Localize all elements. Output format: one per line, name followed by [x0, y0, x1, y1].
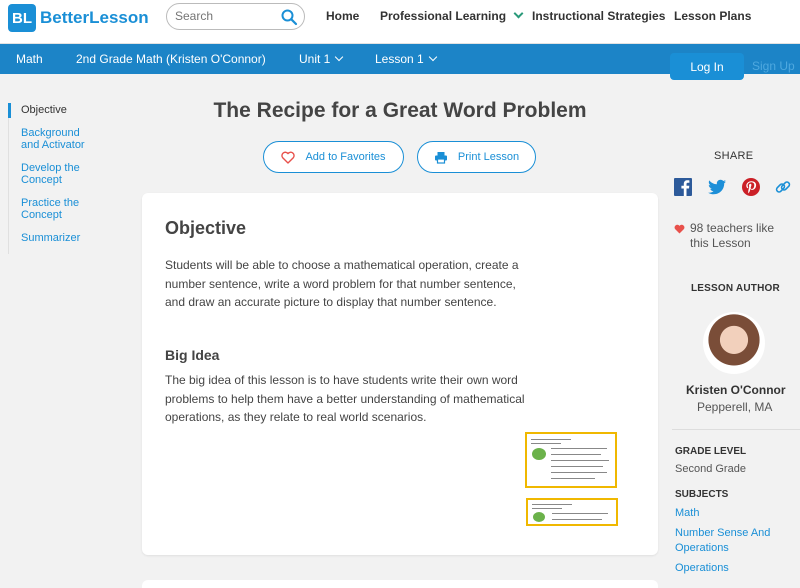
subject-link-math[interactable]: Math [675, 506, 699, 521]
twitter-icon[interactable] [707, 177, 727, 197]
top-header: BL BetterLesson Home Professional Learni… [0, 0, 800, 44]
printer-icon [434, 151, 447, 164]
subnav-course[interactable]: 2nd Grade Math (Kristen O'Connor) [76, 52, 266, 66]
add-to-favorites-button[interactable]: Add to Favorites [263, 141, 404, 173]
subnav-unit-label: Unit 1 [299, 52, 331, 66]
subnav-unit[interactable]: Unit 1 [299, 52, 344, 66]
login-button[interactable]: Log In [670, 53, 744, 80]
author-avatar[interactable] [703, 312, 765, 374]
subnav-lesson-label: Lesson 1 [375, 52, 424, 66]
next-section-card [142, 580, 658, 588]
aside-divider [672, 429, 800, 430]
search-input[interactable] [175, 9, 275, 23]
print-lesson-button[interactable]: Print Lesson [417, 141, 536, 173]
logo-badge: BL [8, 4, 36, 32]
sidebar-item-summarizer[interactable]: Summarizer [8, 232, 118, 244]
chevron-down-icon [335, 52, 344, 62]
search-icon[interactable] [280, 8, 298, 26]
chevron-down-icon [428, 52, 437, 62]
subnav-math[interactable]: Math [16, 52, 43, 66]
betterlesson-logo[interactable]: BL BetterLesson [8, 4, 149, 32]
sidebar-item-develop[interactable]: Develop the Concept [8, 162, 88, 186]
sidebar-item-practice[interactable]: Practice the Concept [8, 197, 88, 221]
big-idea-heading: Big Idea [165, 347, 220, 363]
author-heading: LESSON AUTHOR [691, 283, 780, 294]
sidebar-item-background[interactable]: Background and Activator [8, 127, 98, 151]
signup-link[interactable]: Sign Up [752, 59, 795, 73]
nav-professional-learning[interactable]: Professional Learning [380, 8, 524, 23]
lesson-title: The Recipe for a Great Word Problem [213, 99, 587, 122]
heart-outline-icon [281, 151, 296, 164]
subnav-lesson[interactable]: Lesson 1 [375, 52, 437, 66]
subject-link-number-sense[interactable]: Number Sense And Operations [675, 526, 785, 556]
clipart-icon [533, 512, 545, 522]
heart-icon [674, 224, 685, 234]
grade-level-heading: GRADE LEVEL [675, 446, 747, 457]
resource-thumbnail-1[interactable] [525, 432, 617, 488]
author-name[interactable]: Kristen O'Connor [686, 383, 786, 397]
sidebar-item-objective[interactable]: Objective [8, 103, 118, 118]
nav-instructional-strategies[interactable]: Instructional Strategies [532, 9, 665, 23]
clipart-icon [532, 448, 546, 460]
search-box [166, 3, 305, 30]
resource-thumbnail-2[interactable] [526, 498, 618, 526]
section-sidebar: Objective Background and Activator Devel… [8, 103, 118, 255]
pinterest-icon[interactable] [741, 177, 761, 197]
likes-count: 98 teachers like this Lesson [674, 221, 794, 251]
nav-home[interactable]: Home [326, 9, 359, 23]
subjects-heading: SUBJECTS [675, 489, 729, 500]
subject-link-operations[interactable]: Operations [675, 561, 729, 576]
nav-lesson-plans[interactable]: Lesson Plans [674, 9, 751, 23]
chevron-down-icon [513, 8, 524, 19]
objective-text: Students will be able to choose a mathem… [165, 258, 519, 309]
facebook-icon[interactable] [673, 177, 693, 197]
likes-text: 98 teachers like this Lesson [690, 221, 775, 250]
big-idea-text: The big idea of this lesson is to have s… [165, 373, 525, 424]
link-icon[interactable] [773, 177, 793, 197]
objective-card: Objective Students will be able to choos… [142, 193, 658, 555]
course-subnav: Math 2nd Grade Math (Kristen O'Connor) U… [0, 44, 800, 80]
share-heading: SHARE [714, 150, 754, 162]
favorites-label: Add to Favorites [305, 151, 386, 163]
logo-text: BetterLesson [40, 8, 149, 27]
nav-professional-learning-label: Professional Learning [380, 9, 507, 23]
author-location: Pepperell, MA [697, 400, 773, 414]
objective-heading: Objective [165, 218, 247, 238]
grade-level-value: Second Grade [675, 463, 746, 475]
print-label: Print Lesson [457, 151, 520, 163]
